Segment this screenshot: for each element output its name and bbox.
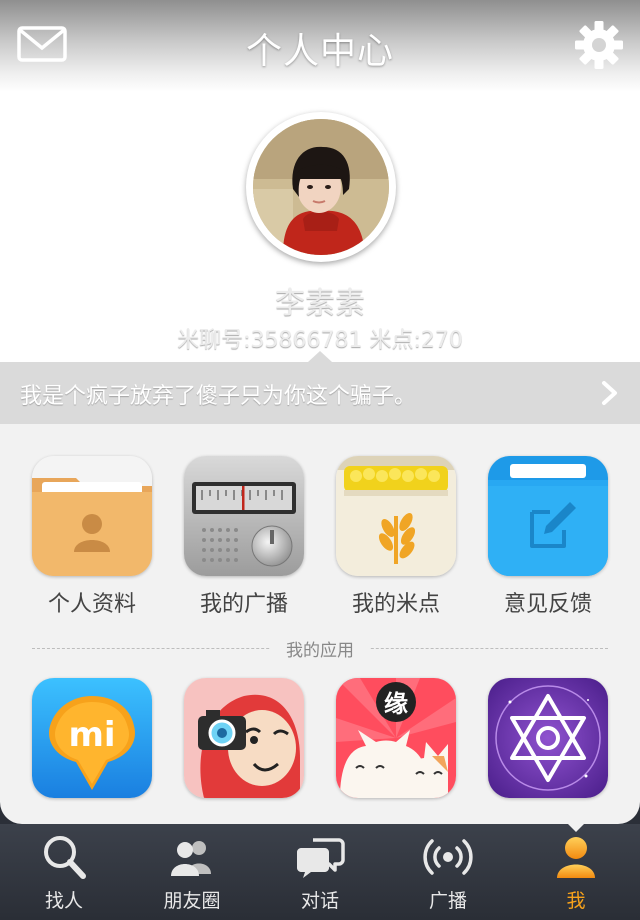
cat-match-badge: 缘 — [384, 690, 408, 718]
chevron-right-icon — [602, 381, 617, 405]
avatar[interactable] — [246, 112, 396, 262]
tile-my-broadcast[interactable]: 我的广播 — [184, 456, 304, 618]
tile-label: 个人资料 — [47, 592, 136, 617]
mi-location-app-icon[interactable]: mi — [32, 678, 152, 798]
rice-points-icon — [336, 456, 456, 576]
radio-icon — [184, 456, 304, 576]
tab-label: 朋友圈 — [163, 890, 221, 912]
bottom-tab-bar: 找人 朋友圈 对话 广播 我 — [0, 822, 640, 920]
tile-label: 意见反馈 — [503, 592, 592, 617]
broadcast-icon — [423, 839, 473, 875]
tab-chat[interactable]: 对话 — [256, 824, 384, 920]
user-account-info: 米聊号:35866781 米点:270 — [177, 328, 463, 353]
profile-folder-icon — [32, 456, 152, 576]
user-name: 李素素 — [275, 286, 365, 321]
my-apps-section-title: 我的应用 — [270, 636, 370, 661]
cat-match-app-icon[interactable]: 缘 — [336, 678, 456, 798]
star-of-david-app-icon[interactable] — [488, 678, 608, 798]
tile-profile-info[interactable]: 个人资料 — [32, 456, 152, 618]
tile-label: 我的广播 — [199, 592, 288, 617]
gear-icon — [575, 21, 623, 69]
tab-label: 我 — [566, 890, 586, 912]
avatar-photo — [253, 119, 389, 255]
me-icon — [557, 837, 595, 878]
active-tab-indicator — [566, 822, 586, 832]
page-title: 个人中心 — [245, 31, 394, 72]
tab-friends-circle[interactable]: 朋友圈 — [128, 824, 256, 920]
camera-doll-app-icon[interactable] — [184, 678, 304, 798]
tile-label: 我的米点 — [351, 592, 440, 617]
profile-section: 李素素 米聊号:35866781 米点:270 — [0, 92, 640, 362]
friends-icon — [171, 841, 211, 876]
svg-text:mi: mi — [68, 715, 115, 755]
personal-center-screen: 个人中心 李素素 米聊号:35866781 米点:270 我是个疯子放弃了傻子只… — [0, 0, 640, 920]
tab-label: 找人 — [44, 890, 83, 912]
header-bar: 个人中心 — [0, 0, 640, 92]
tab-label: 广播 — [428, 890, 467, 912]
feature-panel: 个人资料 我的广播 我的米点 意见反馈 我的应用 mi 缘 — [0, 424, 640, 824]
signature-notch — [308, 351, 332, 362]
tile-my-rice-points[interactable]: 我的米点 — [336, 456, 456, 618]
tab-me[interactable]: 我 — [512, 822, 640, 920]
signature-bar[interactable]: 我是个疯子放弃了傻子只为你这个骗子。 — [0, 351, 640, 424]
feedback-folder-icon — [488, 456, 608, 576]
tab-broadcast[interactable]: 广播 — [384, 824, 512, 920]
settings-button[interactable] — [572, 18, 626, 72]
signature-text: 我是个疯子放弃了傻子只为你这个骗子。 — [20, 384, 417, 409]
tab-label: 对话 — [300, 890, 339, 912]
chat-icon — [297, 838, 345, 878]
search-icon — [44, 836, 86, 879]
tile-feedback[interactable]: 意见反馈 — [488, 456, 608, 618]
tab-find-people[interactable]: 找人 — [0, 824, 128, 920]
